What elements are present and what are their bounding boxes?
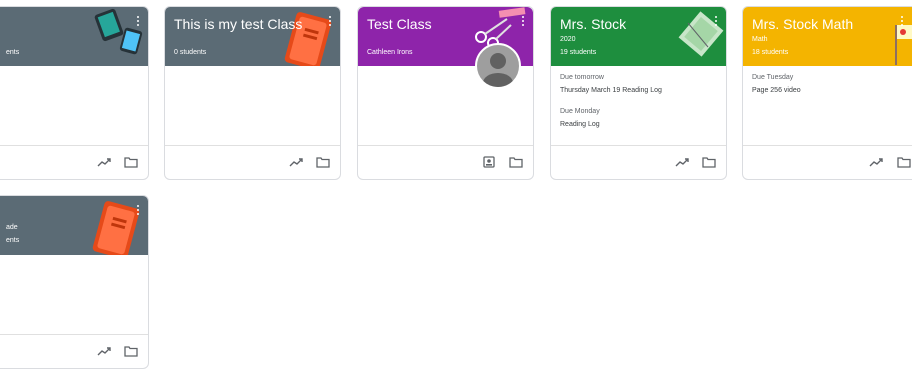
more-options-icon[interactable] (326, 14, 334, 28)
more-options-icon[interactable] (898, 14, 906, 28)
class-banner[interactable]: This is my test Class 0 students (165, 7, 340, 66)
card-footer (165, 145, 340, 179)
class-card[interactable]: Mrs. Stock 2020 19 students Due tomorrow… (550, 6, 727, 180)
assignment-link[interactable]: Thursday March 19 Reading Log (560, 87, 662, 94)
trending-up-icon[interactable] (869, 156, 883, 168)
class-card[interactable]: This is my test Class 0 students (164, 6, 341, 180)
class-banner[interactable]: Mrs. Stock 2020 19 students (551, 7, 726, 66)
card-footer (0, 334, 148, 368)
card-body: Due Tuesday Page 256 video (743, 66, 912, 148)
trending-up-icon[interactable] (97, 345, 111, 357)
student-count: ents (6, 237, 20, 244)
class-banner[interactable]: ents (0, 7, 148, 66)
card-footer (0, 145, 148, 179)
class-title[interactable]: Mrs. Stock (560, 16, 626, 32)
student-count: 18 students (752, 49, 789, 56)
student-count: 0 students (174, 49, 207, 56)
folder-icon[interactable] (702, 156, 716, 168)
more-options-icon[interactable] (519, 14, 527, 28)
due-label: Due Monday (560, 108, 600, 115)
card-footer (358, 145, 533, 179)
card-body (0, 255, 148, 337)
more-options-icon[interactable] (712, 14, 720, 28)
due-label: Due Tuesday (752, 74, 794, 81)
due-label: Due tomorrow (560, 74, 604, 81)
class-banner[interactable]: Mrs. Stock Math Math 18 students (743, 7, 912, 66)
class-title[interactable]: Test Class (367, 16, 432, 32)
card-body (165, 66, 340, 148)
card-footer (743, 145, 912, 179)
assignment-link[interactable]: Reading Log (560, 121, 600, 128)
more-options-icon[interactable] (134, 14, 142, 28)
class-card[interactable]: ade ents (0, 195, 149, 369)
class-section: 2020 (560, 36, 576, 43)
trending-up-icon[interactable] (675, 156, 689, 168)
card-body: Due tomorrow Thursday March 19 Reading L… (551, 66, 726, 148)
student-count: 19 students (560, 49, 597, 56)
class-section: ade (6, 224, 18, 231)
card-footer (551, 145, 726, 179)
class-card[interactable]: ents (0, 6, 149, 180)
class-title[interactable]: Mrs. Stock Math (752, 16, 853, 32)
trending-up-icon[interactable] (289, 156, 303, 168)
trending-up-icon[interactable] (97, 156, 111, 168)
assignment-link[interactable]: Page 256 video (752, 87, 801, 94)
assignment-ind-icon[interactable] (482, 156, 496, 168)
teacher-name: Cathleen Irons (367, 49, 413, 56)
more-options-icon[interactable] (134, 203, 142, 217)
card-body (358, 66, 533, 148)
folder-icon[interactable] (316, 156, 330, 168)
folder-icon[interactable] (897, 156, 911, 168)
class-banner[interactable]: ade ents (0, 196, 148, 255)
card-body (0, 66, 148, 148)
class-title[interactable]: This is my test Class (174, 16, 302, 32)
folder-icon[interactable] (124, 345, 138, 357)
card-subtitle: ents (6, 49, 20, 56)
folder-icon[interactable] (124, 156, 138, 168)
class-card[interactable]: Mrs. Stock Math Math 18 students Due Tue… (742, 6, 912, 180)
folder-icon[interactable] (509, 156, 523, 168)
class-section: Math (752, 36, 768, 43)
class-card[interactable]: Test Class Cathleen Irons (357, 6, 534, 180)
